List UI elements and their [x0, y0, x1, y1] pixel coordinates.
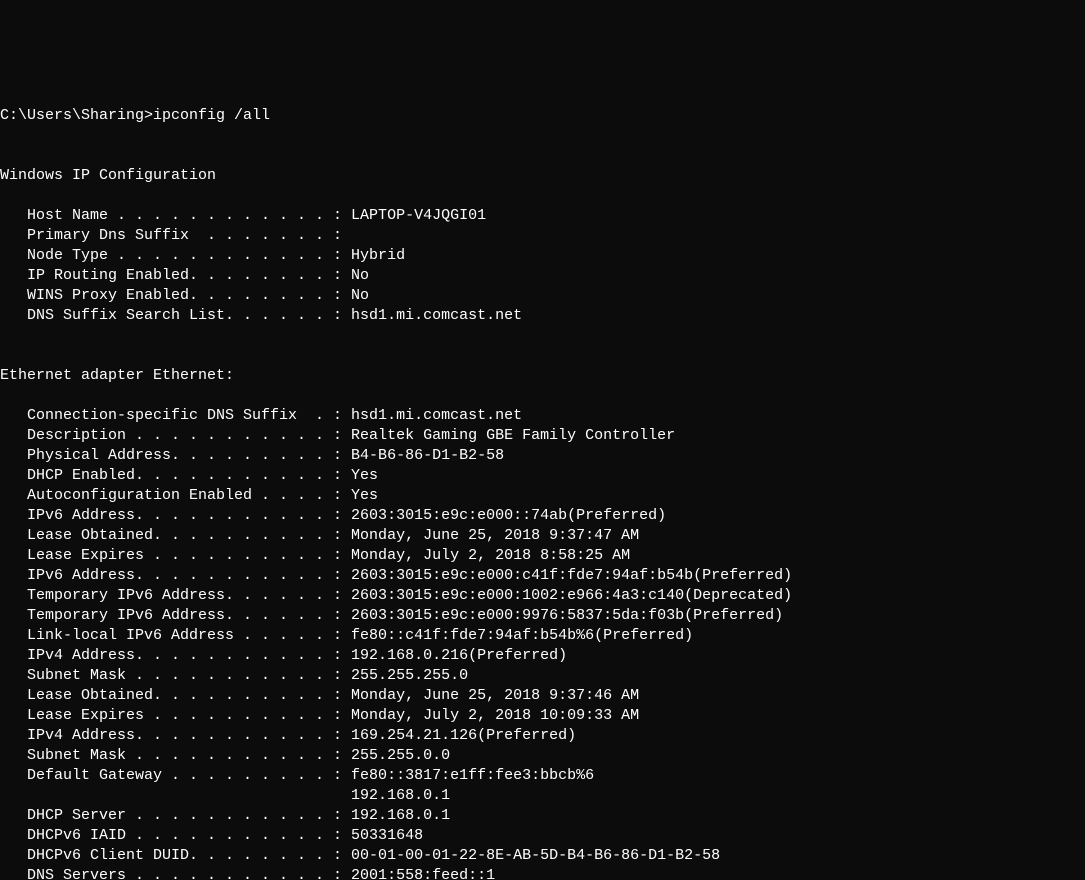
config-row: IP Routing Enabled. . . . . . . . : No	[0, 267, 369, 284]
prompt: C:\Users\Sharing>	[0, 107, 153, 124]
config-row: Link-local IPv6 Address . . . . . : fe80…	[0, 627, 693, 644]
config-row: Default Gateway . . . . . . . . . : fe80…	[0, 767, 594, 784]
config-row: Node Type . . . . . . . . . . . . : Hybr…	[0, 247, 405, 264]
config-row: Lease Obtained. . . . . . . . . . : Mond…	[0, 527, 639, 544]
config-row: Primary Dns Suffix . . . . . . . :	[0, 227, 351, 244]
ip-config-block: Host Name . . . . . . . . . . . . : LAPT…	[0, 206, 1085, 326]
config-row: Temporary IPv6 Address. . . . . . : 2603…	[0, 587, 792, 604]
config-row: Subnet Mask . . . . . . . . . . . : 255.…	[0, 747, 450, 764]
config-row: DNS Suffix Search List. . . . . . : hsd1…	[0, 307, 522, 324]
config-row: Lease Expires . . . . . . . . . . : Mond…	[0, 707, 639, 724]
config-row: Autoconfiguration Enabled . . . . : Yes	[0, 487, 378, 504]
config-row: DHCP Server . . . . . . . . . . . : 192.…	[0, 807, 450, 824]
config-row: DNS Servers . . . . . . . . . . . : 2001…	[0, 867, 495, 880]
adapter-block: Connection-specific DNS Suffix . : hsd1.…	[0, 406, 1085, 880]
config-row: Subnet Mask . . . . . . . . . . . : 255.…	[0, 667, 468, 684]
config-row: DHCPv6 IAID . . . . . . . . . . . : 5033…	[0, 827, 423, 844]
config-row: Description . . . . . . . . . . . : Real…	[0, 427, 675, 444]
terminal-output: C:\Users\Sharing>ipconfig /all Windows I…	[0, 80, 1085, 880]
config-row: Physical Address. . . . . . . . . : B4-B…	[0, 447, 504, 464]
config-row: IPv6 Address. . . . . . . . . . . : 2603…	[0, 567, 792, 584]
config-row: IPv4 Address. . . . . . . . . . . : 192.…	[0, 647, 567, 664]
config-row: WINS Proxy Enabled. . . . . . . . : No	[0, 287, 369, 304]
config-row: Host Name . . . . . . . . . . . . : LAPT…	[0, 207, 486, 224]
prompt-line[interactable]: C:\Users\Sharing>ipconfig /all	[0, 107, 270, 124]
config-row: DHCPv6 Client DUID. . . . . . . . : 00-0…	[0, 847, 720, 864]
config-row: IPv4 Address. . . . . . . . . . . : 169.…	[0, 727, 576, 744]
section-title-1: Windows IP Configuration	[0, 167, 216, 184]
config-row: Lease Expires . . . . . . . . . . : Mond…	[0, 547, 630, 564]
config-row: IPv6 Address. . . . . . . . . . . : 2603…	[0, 507, 666, 524]
config-row: Lease Obtained. . . . . . . . . . : Mond…	[0, 687, 639, 704]
config-row-extra: 192.168.0.1	[0, 787, 450, 804]
section-title-2: Ethernet adapter Ethernet:	[0, 367, 234, 384]
config-row: DHCP Enabled. . . . . . . . . . . : Yes	[0, 467, 378, 484]
config-row: Connection-specific DNS Suffix . : hsd1.…	[0, 407, 522, 424]
command: ipconfig /all	[153, 107, 270, 124]
config-row: Temporary IPv6 Address. . . . . . : 2603…	[0, 607, 783, 624]
